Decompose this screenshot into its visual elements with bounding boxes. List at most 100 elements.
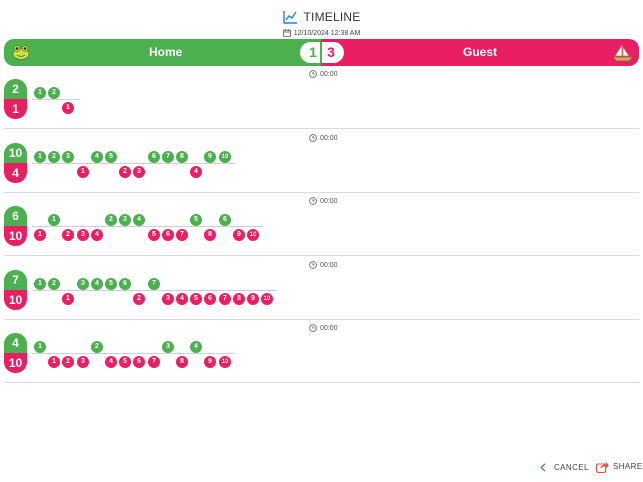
timeline-header: TIMELINE bbox=[0, 8, 643, 26]
scoreboard: Home Guest 1 3 bbox=[4, 39, 639, 66]
guest-goal-chip[interactable]: 8 bbox=[204, 229, 216, 241]
period-time-text: 00:00 bbox=[320, 197, 338, 205]
guest-goal-chip[interactable]: 3 bbox=[133, 166, 145, 178]
guest-goal-chip[interactable]: 6 bbox=[162, 229, 174, 241]
home-period-total: 2 bbox=[4, 79, 27, 99]
guest-goal-chip[interactable]: 10 bbox=[247, 229, 259, 241]
home-goal-chip[interactable]: 2 bbox=[91, 341, 103, 353]
guest-goal-chip[interactable]: 8 bbox=[176, 356, 188, 368]
home-goal-chip[interactable]: 8 bbox=[176, 151, 188, 163]
guest-goal-chip[interactable]: 5 bbox=[119, 356, 131, 368]
guest-goal-chip[interactable]: 10 bbox=[261, 293, 273, 305]
home-goal-chip[interactable]: 1 bbox=[34, 341, 46, 353]
share-label: SHARE bbox=[613, 462, 643, 471]
guest-goal-chip[interactable]: 9 bbox=[204, 356, 216, 368]
guest-goal-chip[interactable]: 3 bbox=[162, 293, 174, 305]
home-goal-chip[interactable]: 3 bbox=[119, 214, 131, 226]
clock-icon bbox=[309, 134, 317, 142]
guest-goal-chip[interactable]: 7 bbox=[176, 229, 188, 241]
home-goal-chip[interactable]: 1 bbox=[34, 151, 46, 163]
guest-team-label: Guest bbox=[463, 45, 498, 59]
home-goal-chip[interactable]: 4 bbox=[190, 341, 202, 353]
guest-goal-chip[interactable]: 2 bbox=[62, 229, 74, 241]
period-time: 00:00 bbox=[309, 133, 338, 143]
guest-goal-chip[interactable]: 9 bbox=[233, 229, 245, 241]
chevron-left-icon bbox=[540, 462, 546, 472]
guest-goal-chip[interactable]: 1 bbox=[62, 293, 74, 305]
date-row: 12/10/2024 12:38 AM bbox=[0, 27, 643, 39]
guest-goal-chip[interactable]: 2 bbox=[119, 166, 131, 178]
home-goal-chip[interactable]: 3 bbox=[77, 278, 89, 290]
home-track bbox=[32, 226, 263, 227]
timeline-period: 00:00 4 10 1 2 3 4 1 2 3 4 5 6 7 8 9 10 bbox=[4, 321, 639, 385]
guest-goal-chip[interactable]: 2 bbox=[133, 293, 145, 305]
guest-goal-chip[interactable]: 5 bbox=[148, 229, 160, 241]
period-time-text: 00:00 bbox=[320, 70, 338, 78]
home-goal-chip[interactable]: 2 bbox=[48, 151, 60, 163]
timeline-period: 00:00 2 1 1 2 1 bbox=[4, 67, 639, 131]
home-track bbox=[32, 163, 235, 164]
guest-score: 3 bbox=[327, 44, 335, 60]
home-goal-chip[interactable]: 6 bbox=[119, 278, 131, 290]
home-goal-chip[interactable]: 5 bbox=[105, 151, 117, 163]
home-goal-chip[interactable]: 7 bbox=[162, 151, 174, 163]
guest-goal-chip[interactable]: 1 bbox=[77, 166, 89, 178]
home-track bbox=[32, 353, 235, 354]
guest-goal-chip[interactable]: 3 bbox=[77, 229, 89, 241]
guest-goal-chip[interactable]: 6 bbox=[133, 356, 145, 368]
share-icon bbox=[596, 461, 609, 473]
home-goal-chip[interactable]: 1 bbox=[34, 87, 46, 99]
period-separator bbox=[4, 255, 639, 256]
home-goal-chip[interactable]: 5 bbox=[105, 278, 117, 290]
home-goal-chip[interactable]: 9 bbox=[204, 151, 216, 163]
guest-goal-chip[interactable]: 3 bbox=[77, 356, 89, 368]
home-goal-chip[interactable]: 1 bbox=[48, 214, 60, 226]
home-goal-chip[interactable]: 4 bbox=[91, 151, 103, 163]
guest-goal-chip[interactable]: 5 bbox=[190, 293, 202, 305]
guest-goal-chip[interactable]: 1 bbox=[62, 102, 74, 114]
chart-line-icon bbox=[282, 11, 297, 24]
guest-goal-chip[interactable]: 4 bbox=[176, 293, 188, 305]
period-time-text: 00:00 bbox=[320, 261, 338, 269]
home-goal-chip[interactable]: 6 bbox=[148, 151, 160, 163]
home-goal-chip[interactable]: 4 bbox=[91, 278, 103, 290]
period-time: 00:00 bbox=[309, 323, 338, 333]
home-goal-chip[interactable]: 6 bbox=[219, 214, 231, 226]
home-period-total: 4 bbox=[4, 333, 27, 353]
clock-icon bbox=[309, 261, 317, 269]
guest-goal-chip[interactable]: 7 bbox=[148, 356, 160, 368]
home-goal-chip[interactable]: 4 bbox=[133, 214, 145, 226]
guest-goal-chip[interactable]: 4 bbox=[91, 229, 103, 241]
guest-goal-chip[interactable]: 1 bbox=[34, 229, 46, 241]
home-goal-chip[interactable]: 5 bbox=[190, 214, 202, 226]
home-goal-chip[interactable]: 2 bbox=[48, 87, 60, 99]
guest-goal-chip[interactable]: 6 bbox=[204, 293, 216, 305]
home-goal-chip[interactable]: 2 bbox=[105, 214, 117, 226]
score-divider bbox=[320, 42, 322, 63]
home-goal-chip[interactable]: 1 bbox=[34, 278, 46, 290]
home-goal-chip[interactable]: 2 bbox=[48, 278, 60, 290]
guest-goal-chip[interactable]: 7 bbox=[219, 293, 231, 305]
period-separator bbox=[4, 319, 639, 320]
home-goal-chip[interactable]: 3 bbox=[62, 151, 74, 163]
guest-goal-chip[interactable]: 2 bbox=[62, 356, 74, 368]
period-separator bbox=[4, 128, 639, 129]
clock-icon bbox=[309, 197, 317, 205]
share-button[interactable]: SHARE bbox=[596, 460, 643, 473]
guest-goal-chip[interactable]: 4 bbox=[190, 166, 202, 178]
page-title: TIMELINE bbox=[303, 10, 361, 24]
guest-goal-chip[interactable]: 4 bbox=[105, 356, 117, 368]
guest-goal-chip[interactable]: 10 bbox=[219, 356, 231, 368]
guest-goal-chip[interactable]: 8 bbox=[233, 293, 245, 305]
guest-goal-chip[interactable]: 1 bbox=[48, 356, 60, 368]
home-period-total: 7 bbox=[4, 270, 27, 290]
home-goal-chip[interactable]: 10 bbox=[219, 151, 231, 163]
timeline-period: 00:00 6 10 1 2 3 4 5 6 1 2 3 4 5 6 7 8 9 10 bbox=[4, 194, 639, 258]
home-score: 1 bbox=[309, 44, 317, 60]
home-goal-chip[interactable]: 7 bbox=[148, 278, 160, 290]
guest-goal-chip[interactable]: 9 bbox=[247, 293, 259, 305]
guest-period-total: 10 bbox=[4, 290, 27, 310]
cancel-button[interactable]: CANCEL bbox=[540, 461, 589, 473]
cancel-label: CANCEL bbox=[554, 462, 589, 472]
home-goal-chip[interactable]: 3 bbox=[162, 341, 174, 353]
